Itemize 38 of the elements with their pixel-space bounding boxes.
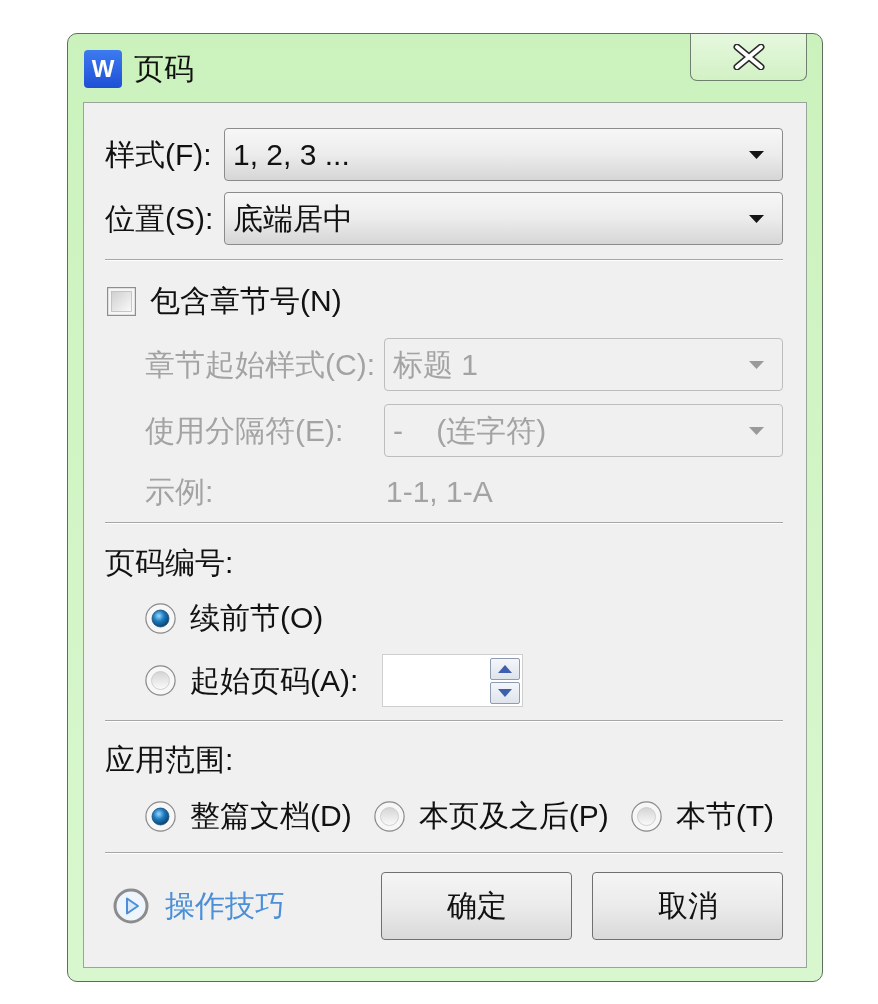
- checkbox[interactable]: [107, 286, 136, 316]
- example-label: 示例:: [145, 477, 215, 507]
- up-triangle-icon: [498, 664, 512, 673]
- caret-icon: [749, 150, 764, 159]
- position-dropdown[interactable]: 底端居中: [224, 192, 783, 245]
- radio-label[interactable]: 本节(T): [675, 801, 774, 831]
- radio-label[interactable]: 起始页码(A):: [190, 665, 359, 696]
- radio-button[interactable]: [145, 665, 176, 696]
- down-triangle-icon: [498, 688, 512, 697]
- window-title: 页码: [134, 54, 194, 84]
- field-label: 位置(S):: [105, 203, 215, 234]
- radio-button[interactable]: [630, 800, 662, 832]
- radio-button[interactable]: [145, 602, 176, 634]
- spin-field[interactable]: [382, 654, 523, 707]
- style-dropdown[interactable]: 1, 2, 3 ...: [224, 128, 783, 181]
- dialog-button[interactable]: 确定: [381, 872, 572, 940]
- close-icon: [732, 44, 765, 70]
- caret-icon: [749, 360, 764, 369]
- field-label: 章节起始样式(C):: [145, 349, 376, 380]
- field-label: 样式(F):: [105, 139, 213, 170]
- play-icon: [113, 888, 149, 924]
- close-button[interactable]: [690, 34, 807, 81]
- radio-button[interactable]: [373, 800, 405, 832]
- caret-icon: [749, 214, 764, 223]
- example-value: 1-1, 1-A: [386, 477, 494, 507]
- spin-down-button[interactable]: [490, 681, 520, 704]
- app-logo: W: [84, 50, 122, 88]
- spin-up-button[interactable]: [490, 657, 520, 680]
- section-heading: 页码编号:: [105, 548, 234, 578]
- dialog-button[interactable]: 取消: [592, 872, 783, 940]
- field-label: 使用分隔符(E):: [145, 415, 345, 446]
- caret-icon: [749, 426, 764, 435]
- checkbox-label[interactable]: 包含章节号(N): [150, 286, 342, 316]
- radio-label[interactable]: 本页及之后(P): [418, 801, 609, 831]
- radio-button[interactable]: [145, 800, 176, 832]
- section-heading: 应用范围:: [105, 745, 234, 775]
- radio-label[interactable]: 续前节(O): [190, 603, 324, 633]
- radio-label[interactable]: 整篇文档(D): [190, 801, 352, 831]
